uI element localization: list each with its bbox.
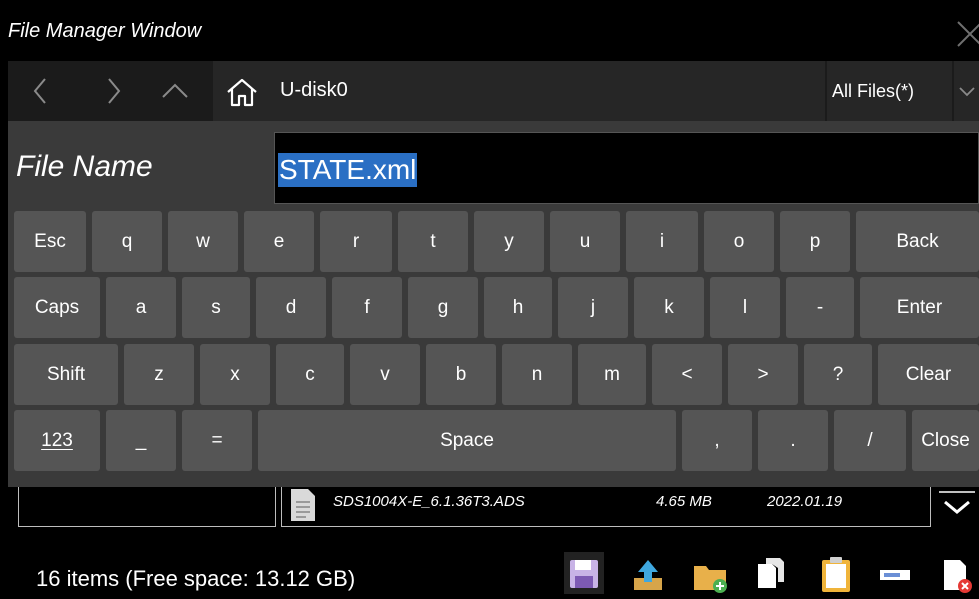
- key-p[interactable]: p: [780, 211, 850, 272]
- window-title: File Manager Window: [8, 20, 202, 42]
- key-f[interactable]: f: [332, 277, 402, 338]
- key-o[interactable]: o: [704, 211, 774, 272]
- key-y[interactable]: y: [474, 211, 544, 272]
- file-name-label: File Name: [16, 150, 153, 183]
- key-greater-than[interactable]: >: [728, 344, 798, 405]
- key-u[interactable]: u: [550, 211, 620, 272]
- key-r[interactable]: r: [320, 211, 392, 272]
- close-icon[interactable]: [952, 14, 979, 54]
- status-text: 16 items (Free space: 13.12 GB): [36, 566, 356, 591]
- key-back[interactable]: Back: [856, 211, 979, 272]
- copy-icon[interactable]: [752, 552, 792, 594]
- folder-pane[interactable]: [18, 487, 276, 527]
- back-button[interactable]: [16, 61, 66, 121]
- document-icon: [288, 488, 318, 522]
- key-123[interactable]: 123: [14, 410, 100, 471]
- key-t[interactable]: t: [398, 211, 468, 272]
- key-x[interactable]: x: [200, 344, 270, 405]
- key-equals[interactable]: =: [182, 410, 252, 471]
- save-icon[interactable]: [564, 552, 604, 594]
- key-caps[interactable]: Caps: [14, 277, 100, 338]
- chevron-left-icon: [33, 78, 46, 104]
- key-comma[interactable]: ,: [682, 410, 752, 471]
- key-esc[interactable]: Esc: [14, 211, 86, 272]
- key-j[interactable]: j: [558, 277, 628, 338]
- key-l[interactable]: l: [710, 277, 780, 338]
- key-g[interactable]: g: [408, 277, 478, 338]
- key-question[interactable]: ?: [804, 344, 872, 405]
- chevron-down-icon: [958, 87, 975, 97]
- current-path: U-disk0: [280, 79, 348, 101]
- key-i[interactable]: i: [626, 211, 698, 272]
- key-h[interactable]: h: [484, 277, 552, 338]
- file-name-cell: SDS1004X-E_6.1.36T3.ADS: [333, 493, 525, 510]
- key-shift[interactable]: Shift: [14, 344, 118, 405]
- file-size-cell: 4.65 MB: [656, 493, 712, 510]
- key-w[interactable]: w: [168, 211, 238, 272]
- key-space[interactable]: Space: [258, 410, 676, 471]
- upload-icon[interactable]: [628, 552, 668, 594]
- key-e[interactable]: e: [244, 211, 314, 272]
- key-n[interactable]: n: [502, 344, 572, 405]
- key-b[interactable]: b: [426, 344, 496, 405]
- forward-button[interactable]: [88, 61, 138, 121]
- filter-dropdown-arrow[interactable]: [954, 61, 979, 121]
- key-s[interactable]: s: [182, 277, 250, 338]
- key-hyphen[interactable]: -: [786, 277, 854, 338]
- key-q[interactable]: q: [92, 211, 162, 272]
- key-close[interactable]: Close: [912, 410, 979, 471]
- up-button[interactable]: [150, 61, 200, 121]
- key-d[interactable]: d: [256, 277, 326, 338]
- key-period[interactable]: .: [758, 410, 828, 471]
- home-icon[interactable]: [224, 77, 260, 107]
- key-a[interactable]: a: [106, 277, 176, 338]
- key-slash[interactable]: /: [834, 410, 906, 471]
- chevron-up-icon: [162, 83, 188, 98]
- key-z[interactable]: z: [124, 344, 194, 405]
- file-date-cell: 2022.01.19: [767, 493, 843, 510]
- new-folder-icon[interactable]: [690, 552, 730, 594]
- file-name-value: STATE.xml: [278, 153, 418, 187]
- key-c[interactable]: c: [276, 344, 344, 405]
- rename-icon[interactable]: [876, 552, 916, 594]
- scroll-down-button[interactable]: [937, 490, 977, 522]
- delete-icon[interactable]: [938, 552, 979, 594]
- key-k[interactable]: k: [634, 277, 704, 338]
- key-v[interactable]: v: [350, 344, 420, 405]
- paste-icon[interactable]: [816, 552, 856, 594]
- file-filter-label: All Files(*): [832, 81, 915, 101]
- key-less-than[interactable]: <: [652, 344, 722, 405]
- chevron-right-icon: [108, 78, 121, 104]
- key-enter[interactable]: Enter: [860, 277, 979, 338]
- key-m[interactable]: m: [578, 344, 646, 405]
- key-clear[interactable]: Clear: [878, 344, 979, 405]
- key-underscore[interactable]: _: [106, 410, 176, 471]
